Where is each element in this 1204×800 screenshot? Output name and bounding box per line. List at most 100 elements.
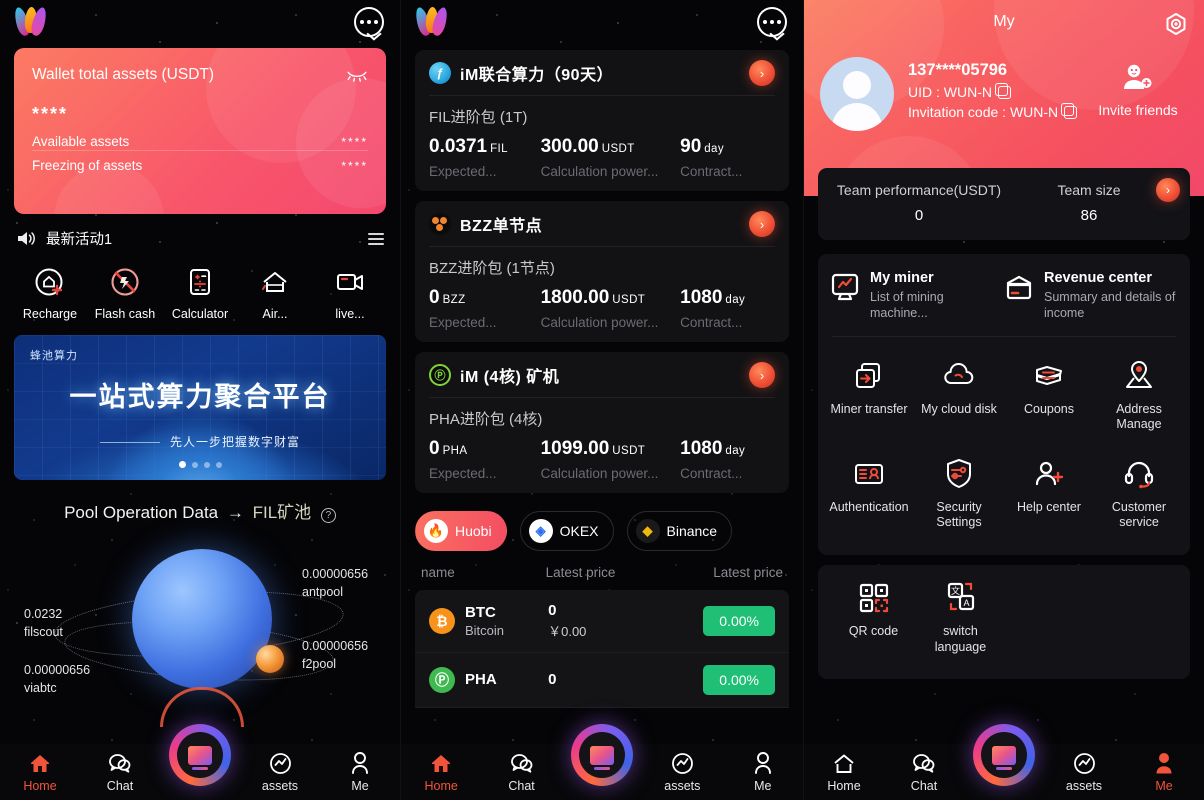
menu-item-label: switch language — [934, 624, 987, 654]
cloud-icon — [916, 357, 1002, 395]
eye-off-icon[interactable] — [346, 68, 368, 82]
chat-bubble-icon[interactable] — [354, 7, 384, 37]
feature-card-revenue-center[interactable]: Revenue center Summary and details of in… — [1004, 270, 1178, 322]
package-card-bzz[interactable]: BZZ单节点 › BZZ进阶包 (1节点) 0 BZZ Expected... 1… — [415, 201, 789, 342]
menu-item-help-center[interactable]: Help center — [1004, 445, 1094, 543]
package-go-button[interactable]: › — [749, 211, 775, 237]
stat-value: 1080 — [680, 438, 723, 459]
table-row[interactable]: ₿ BTC Bitcoin 0 ￥0.00 0.00% — [415, 590, 789, 653]
pool-value: 0.00000656 — [302, 639, 369, 653]
quick-action-flash-cash[interactable]: Flash cash — [93, 265, 157, 321]
stat-label: Contract... — [680, 315, 743, 330]
menu-item-authentication[interactable]: Authentication — [824, 445, 914, 543]
team-performance-label: Team performance(USDT) — [836, 182, 1002, 198]
tab-chat[interactable]: Chat — [489, 752, 555, 793]
team-performance-value: 0 — [914, 207, 924, 224]
tab-home[interactable]: Home — [408, 752, 474, 793]
menu-item-label: Security Settings — [936, 499, 982, 530]
exchange-tab-huobi[interactable]: 🔥 Huobi — [415, 511, 507, 551]
menu-list-icon[interactable] — [368, 230, 384, 248]
exchange-label: Binance — [666, 523, 718, 539]
quick-action-label: Recharge — [22, 307, 78, 321]
user-invite-code-row: Invitation code : WUN-N — [908, 102, 1078, 120]
avatar[interactable] — [820, 57, 894, 131]
team-detail-button[interactable]: › — [1156, 178, 1180, 202]
wallet-title: Wallet total assets (USDT) — [32, 66, 215, 83]
stat-label: Contract... — [680, 466, 743, 481]
tab-home[interactable]: Home — [7, 752, 73, 793]
menu-item-label: Address Manage — [1116, 401, 1162, 432]
menu-item-security-settings[interactable]: Security Settings — [914, 445, 1004, 543]
stat-value: 1099.00 — [540, 438, 610, 459]
help-icon[interactable]: ? — [320, 508, 336, 523]
wallet-title-row: Wallet total assets (USDT) — [32, 66, 368, 84]
tab-center-button[interactable] — [571, 724, 633, 786]
quick-action-airdrop[interactable]: Air... — [243, 265, 307, 321]
team-stats-card: Team performance(USDT) 0 Team size 86 › — [818, 168, 1190, 240]
stat-expected: 0 PHA Expected... — [429, 438, 541, 481]
me-icon — [730, 752, 796, 776]
freezing-assets-value: **** — [341, 158, 368, 173]
menu-item-qr-code[interactable]: QR code — [830, 569, 917, 667]
promo-banner[interactable]: 蜂池算力 一站式算力聚合平台 先人一步把握数字财富 — [14, 335, 386, 480]
menu-item-miner-transfer[interactable]: Miner transfer — [824, 347, 914, 445]
copy-icon[interactable] — [1061, 102, 1078, 119]
stat-calculation-power: 300.00 USDT Calculation power... — [541, 136, 681, 179]
stat-expected: 0 BZZ Expected... — [429, 287, 541, 330]
package-card-pha[interactable]: Ⓟ iM (4核) 矿机 › PHA进阶包 (4核) 0 PHA Expected… — [415, 352, 789, 493]
stat-label: Expected... — [429, 315, 497, 330]
copy-icon[interactable] — [995, 82, 1011, 99]
tab-label: Chat — [508, 778, 535, 793]
id-card-icon — [826, 455, 912, 493]
feature-card-my-miner[interactable]: My miner List of mining machine... — [830, 270, 1004, 322]
tab-assets[interactable]: assets — [247, 752, 313, 793]
tab-label: Me — [351, 778, 369, 793]
bottom-tabbar: Home Chat . assets — [401, 724, 803, 800]
stat-unit: FIL — [490, 143, 508, 155]
flash-cash-icon — [93, 265, 157, 301]
tab-center-button[interactable] — [973, 724, 1035, 786]
chat-bubble-icon[interactable] — [757, 7, 787, 37]
left-topbar — [0, 0, 400, 44]
wallet-amount: **** — [32, 104, 69, 124]
quick-action-live[interactable]: live... — [318, 265, 382, 321]
menu-item-coupons[interactable]: Coupons — [1004, 347, 1094, 445]
quick-action-calculator[interactable]: Calculator — [168, 265, 232, 321]
me-icon — [1131, 752, 1197, 776]
menu-item-label: Help center — [1017, 499, 1081, 514]
exchange-tab-binance[interactable]: ◆ Binance — [626, 511, 733, 551]
airdrop-icon — [243, 265, 307, 301]
stat-contract: 1080 day Contract... — [680, 287, 775, 330]
menu-item-address-manage[interactable]: Address Manage — [1094, 347, 1184, 445]
tab-chat[interactable]: Chat — [891, 752, 957, 793]
tab-home[interactable]: Home — [811, 752, 877, 793]
banner-subline: 先人一步把握数字财富 — [14, 433, 386, 450]
quick-action-recharge[interactable]: Recharge — [18, 265, 82, 321]
package-go-button[interactable]: › — [749, 362, 775, 388]
stat-value: 1800.00 — [540, 287, 610, 308]
tab-me[interactable]: Me — [327, 752, 393, 793]
package-go-button[interactable]: › — [749, 60, 775, 86]
address-pin-icon — [1096, 357, 1182, 395]
table-row[interactable]: Ⓟ PHA 0 0.00% — [415, 653, 789, 708]
menu-item-customer-service[interactable]: Customer service — [1094, 445, 1184, 543]
tab-assets[interactable]: assets — [649, 752, 715, 793]
tab-assets[interactable]: assets — [1051, 752, 1117, 793]
tab-center-button[interactable] — [169, 724, 231, 786]
tab-me[interactable]: Me — [1131, 752, 1197, 793]
quick-action-label: Calculator — [171, 307, 229, 321]
exchange-tab-okex[interactable]: ◈ OKEX — [519, 511, 614, 551]
tab-label: Home — [827, 778, 861, 793]
stat-unit: day — [725, 445, 746, 457]
invite-friends-button[interactable]: Invite friends — [1088, 57, 1188, 118]
team-size-label: Team size — [1057, 182, 1121, 198]
pool-name[interactable]: FIL矿池 — [253, 503, 312, 522]
announcement-bar[interactable]: 最新活动1 — [0, 214, 400, 259]
tab-chat[interactable]: Chat — [87, 752, 153, 793]
tab-me[interactable]: Me — [730, 752, 796, 793]
menu-item-my-cloud-disk[interactable]: My cloud disk — [914, 347, 1004, 445]
menu-item-switch-language[interactable]: 文 A switch language — [917, 569, 1004, 667]
banner-dots[interactable] — [14, 455, 386, 473]
shield-icon — [916, 455, 1002, 493]
package-card-fil[interactable]: ƒ iM联合算力（90天） › FIL进阶包 (1T) 0.0371 FIL Ex… — [415, 50, 789, 191]
